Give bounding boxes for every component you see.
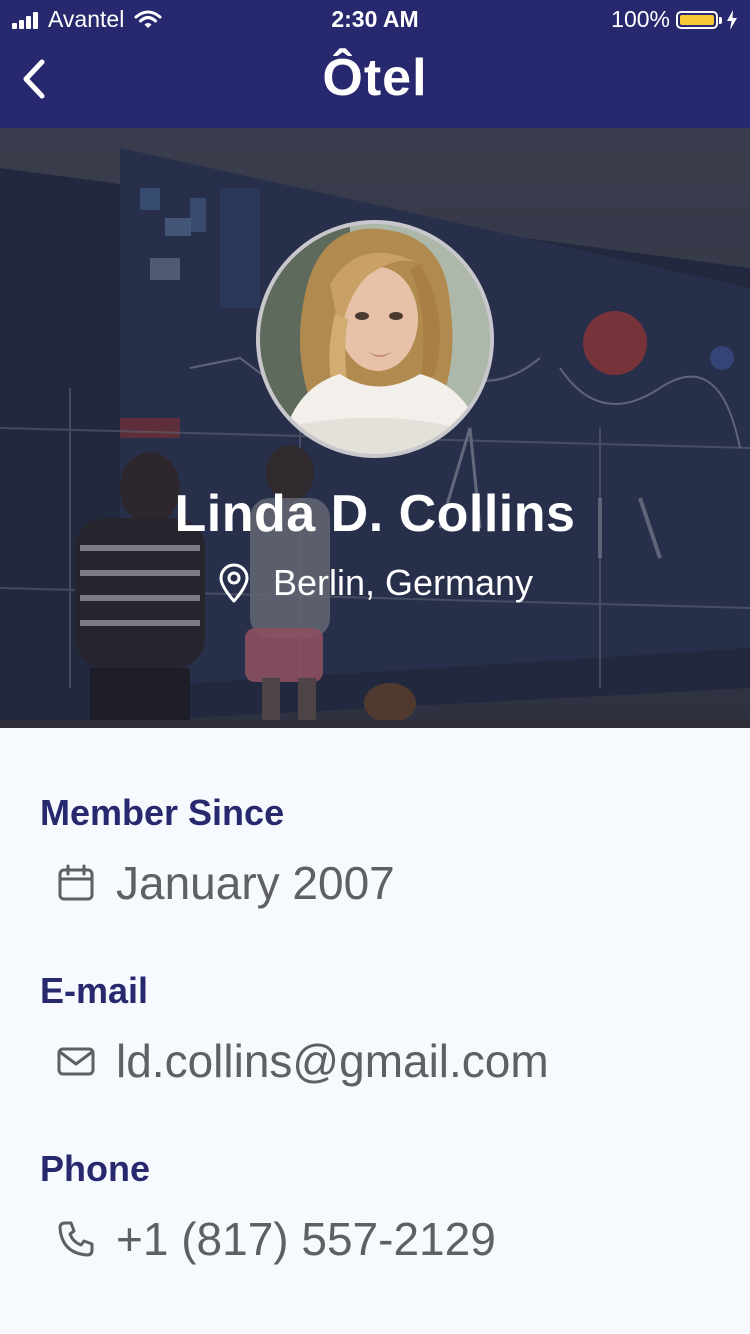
battery-level — [680, 14, 714, 25]
profile-location: Berlin, Germany — [0, 562, 750, 604]
mail-icon — [57, 1047, 95, 1076]
map-pin-icon — [219, 563, 249, 603]
member-since-label: Member Since — [40, 792, 285, 833]
location-text: Berlin, Germany — [272, 562, 534, 603]
calendar-icon — [58, 864, 94, 901]
avatar[interactable] — [256, 220, 494, 458]
phone-value[interactable]: +1 (817) 557-2129 — [116, 1212, 496, 1266]
phone-row[interactable]: +1 (817) 557-2129 — [56, 1212, 496, 1266]
profile-screen: Avantel 2:30 AM 100% Ôtel Linda D. Colli… — [0, 0, 750, 1334]
profile-name: Linda D. Collins — [174, 485, 576, 543]
battery-icon — [676, 10, 722, 29]
member-since-value: January 2007 — [116, 857, 395, 909]
phone-label: Phone — [40, 1148, 151, 1189]
app-logo: Ôtel — [322, 49, 428, 107]
profile-details: Member Since January 2007 E-mail ld.coll… — [0, 728, 750, 1334]
email-row[interactable]: ld.collins@gmail.com — [56, 1034, 549, 1088]
phone-icon — [58, 1221, 94, 1257]
profile-header: Linda D. Collins Berlin, Germany — [0, 128, 750, 728]
battery-percent: 100% — [611, 6, 670, 32]
status-bar: Avantel 2:30 AM 100% — [0, 0, 750, 40]
status-right: 100% — [611, 6, 738, 33]
member-since-row: January 2007 — [56, 856, 395, 910]
charging-icon — [727, 9, 737, 30]
profile-photo — [260, 224, 490, 454]
navigation-bar: Ôtel — [0, 40, 750, 128]
email-label: E-mail — [40, 970, 149, 1011]
email-value[interactable]: ld.collins@gmail.com — [116, 1034, 549, 1088]
